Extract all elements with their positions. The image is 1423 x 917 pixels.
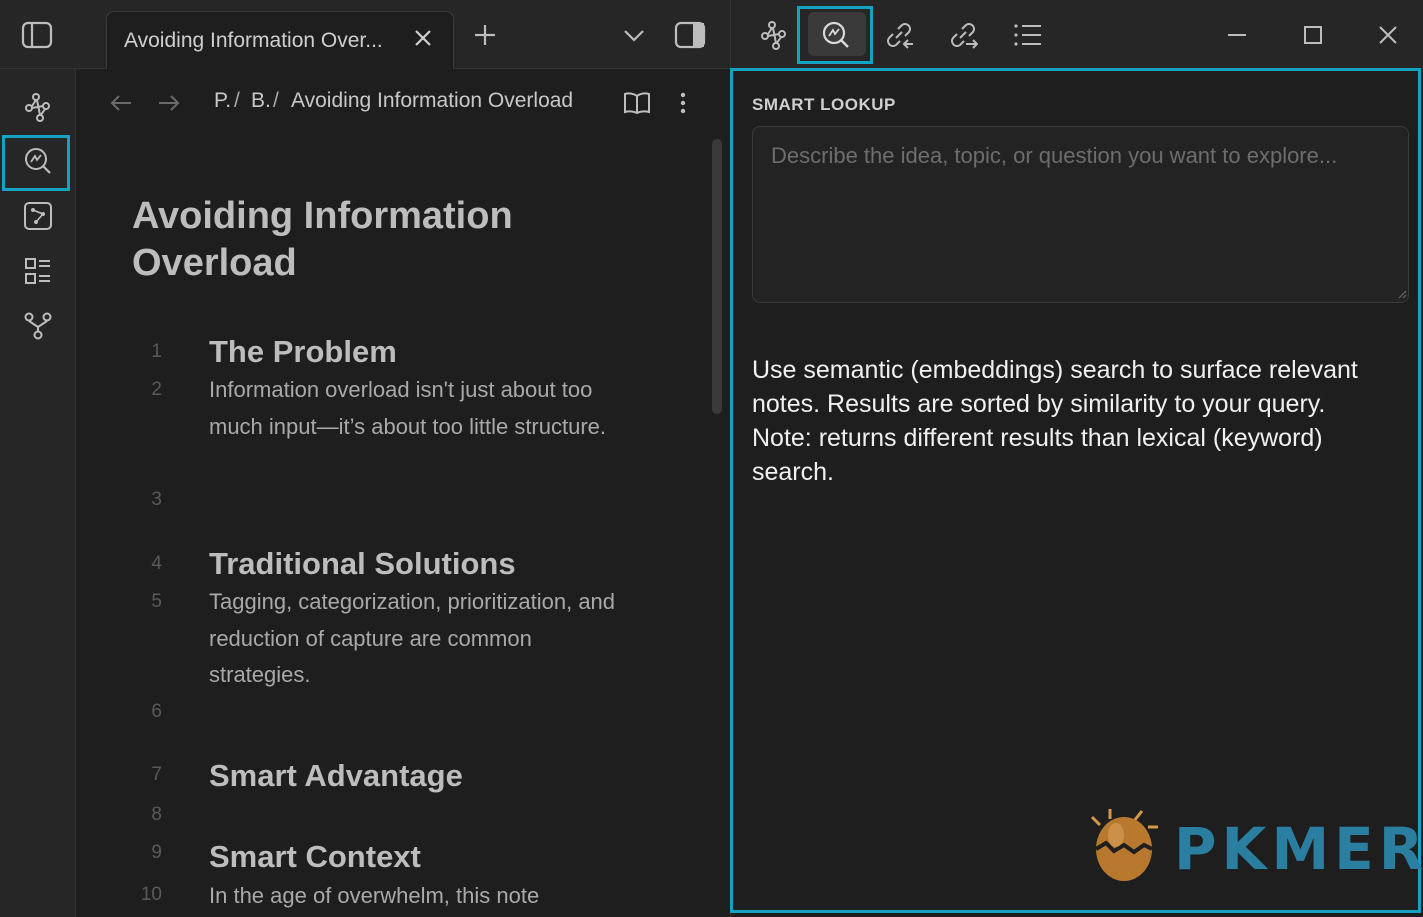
- section-paragraph: Information overload isn't just about to…: [209, 377, 607, 439]
- section-heading: The Problem: [209, 334, 397, 369]
- editor-scrollbar[interactable]: [712, 139, 722, 414]
- section-heading: Traditional Solutions: [209, 546, 516, 581]
- smart-lookup-pane: SMART LOOKUP Use semantic (embeddings) s…: [730, 68, 1421, 913]
- backlinks-icon[interactable]: [882, 18, 916, 52]
- breadcrumb-p[interactable]: P.: [214, 89, 231, 113]
- close-icon[interactable]: [411, 26, 435, 50]
- smart-lookup-icon[interactable]: [819, 18, 853, 52]
- section-heading: Smart Context: [209, 839, 421, 874]
- back-arrow-icon[interactable]: [107, 89, 135, 117]
- breadcrumb-current: Avoiding Information Overload: [291, 89, 574, 112]
- smart-lookup-description: Use semantic (embeddings) search to surf…: [752, 356, 1358, 486]
- outline-icon[interactable]: [1011, 18, 1045, 52]
- right-sidebar-icon[interactable]: [672, 18, 708, 52]
- resize-grip-icon[interactable]: [1397, 289, 1407, 299]
- line-number: 2: [151, 379, 162, 400]
- plus-icon[interactable]: [470, 20, 500, 50]
- breadcrumb-separator: /: [273, 89, 279, 112]
- smart-lookup-label: SMART LOOKUP: [752, 95, 896, 114]
- line-number: 9: [151, 842, 162, 863]
- smart-lookup-icon[interactable]: [20, 143, 56, 179]
- connections-icon[interactable]: [757, 18, 791, 52]
- line-number: 8: [151, 804, 162, 825]
- section-heading: Smart Advantage: [209, 758, 463, 793]
- line-number: 5: [151, 591, 162, 612]
- outgoing-links-icon[interactable]: [946, 18, 980, 52]
- maximize-icon[interactable]: [1298, 20, 1328, 50]
- section-paragraph: In the age of overwhelm, this note: [209, 883, 540, 908]
- editor-nav-bar: P. / B. / Avoiding Information Overload: [77, 85, 730, 121]
- minimize-icon[interactable]: [1222, 20, 1252, 50]
- editor-pane: P. / B. / Avoiding Information Overload …: [77, 69, 730, 917]
- line-number: 6: [151, 701, 162, 722]
- chevron-down-icon[interactable]: [620, 22, 648, 50]
- canvas-icon[interactable]: [20, 198, 56, 234]
- reading-view-icon[interactable]: [622, 89, 652, 117]
- document-title: Avoiding Information Overload: [132, 195, 513, 284]
- tab-title: Avoiding Information Over...: [124, 28, 383, 52]
- pkmer-watermark: PKMER: [1082, 805, 1423, 885]
- editor-tab[interactable]: Avoiding Information Over...: [106, 11, 454, 69]
- section-paragraph: Tagging, categorization, prioritization,…: [209, 589, 616, 687]
- line-number: 3: [151, 489, 162, 510]
- left-ribbon: [0, 69, 76, 917]
- title-bar: Avoiding Information Over...: [0, 0, 1423, 69]
- line-number: 7: [151, 764, 162, 785]
- breadcrumb-b[interactable]: B.: [251, 89, 271, 113]
- forward-arrow-icon[interactable]: [155, 89, 183, 117]
- connections-icon[interactable]: [20, 89, 56, 125]
- sidebar-toggle-icon[interactable]: [18, 18, 56, 52]
- window-close-icon[interactable]: [1373, 20, 1403, 50]
- line-number: 1: [151, 341, 162, 362]
- pkmer-wordmark: PKMER: [1174, 815, 1423, 883]
- line-number: 10: [140, 884, 162, 905]
- line-number: 4: [151, 553, 162, 574]
- smart-lookup-input[interactable]: [752, 126, 1409, 303]
- branch-icon[interactable]: [20, 308, 56, 344]
- breadcrumb-separator: /: [234, 89, 240, 112]
- bases-icon[interactable]: [20, 253, 56, 289]
- pkmer-logo-icon: [1090, 809, 1158, 881]
- more-options-icon[interactable]: [673, 89, 693, 117]
